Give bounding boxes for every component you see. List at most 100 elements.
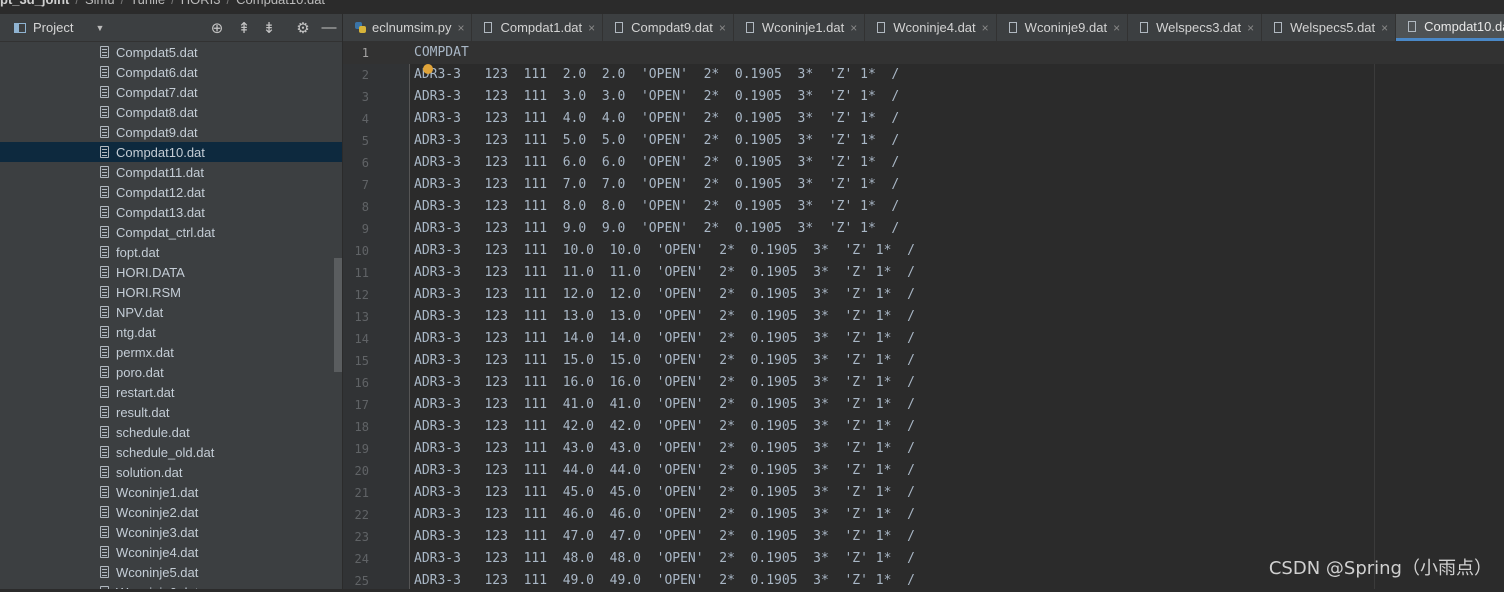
editor-tab[interactable]: eclnumsim.py × [343,14,473,41]
tree-file-item[interactable]: Compdat11.dat [0,162,342,182]
text-file-icon [1140,22,1149,33]
scrollbar[interactable] [334,258,342,372]
tree-file-item[interactable]: Wconinje3.dat [0,522,342,542]
tree-file-item[interactable]: HORI.DATA [0,262,342,282]
breadcrumb-item[interactable]: Compdat10.dat [236,0,325,7]
project-panel-title[interactable]: Project [33,20,73,35]
tree-file-label: Compdat9.dat [116,124,198,140]
editor-tab[interactable]: Welspecs5.dat × [1262,14,1397,41]
text-file-icon [100,326,109,338]
tree-file-item[interactable]: Wconinje4.dat [0,542,342,562]
text-file-icon [100,366,109,378]
tree-file-item[interactable]: fopt.dat [0,242,342,262]
tree-file-item[interactable]: Wconinje5.dat [0,562,342,582]
text-file-icon [100,406,109,418]
tree-file-item[interactable]: Compdat_ctrl.dat [0,222,342,242]
close-icon[interactable]: × [1247,21,1254,35]
code-text: ADR3-3 123 111 5.0 5.0 'OPEN' 2* 0.1905 … [414,133,900,148]
close-icon[interactable]: × [588,21,595,35]
breadcrumb-item[interactable]: Simu [85,0,115,7]
tree-file-item[interactable]: permx.dat [0,342,342,362]
tree-file-label: NPV.dat [116,304,164,320]
text-file-icon [100,426,109,438]
editor-tab[interactable]: Wconinje4.dat × [865,14,997,41]
text-file-icon [100,506,109,518]
editor-tab-label: Wconinje1.dat [761,20,845,35]
text-file-icon [100,166,109,178]
text-file-icon [615,22,624,33]
editor-tab-label: Welspecs3.dat [1156,20,1242,35]
code-text: ADR3-3 123 111 43.0 43.0 'OPEN' 2* 0.190… [414,441,915,456]
tree-file-item[interactable]: poro.dat [0,362,342,382]
tree-file-label: Compdat_ctrl.dat [116,224,215,240]
tree-file-label: Compdat10.dat [116,144,205,160]
line-number: 11 [354,266,369,280]
tree-file-label: Compdat13.dat [116,204,205,220]
line-number: 17 [354,398,369,412]
tree-file-label: Wconinje5.dat [116,564,199,580]
tree-file-item[interactable]: Compdat7.dat [0,82,342,102]
text-file-icon [1274,22,1283,33]
editor-tab[interactable]: Welspecs3.dat × [1128,14,1263,41]
editor-tab[interactable]: Wconinje9.dat × [997,14,1129,41]
code-text: ADR3-3 123 111 11.0 11.0 'OPEN' 2* 0.190… [414,265,915,280]
close-icon[interactable]: × [850,21,857,35]
tree-file-item[interactable]: Wconinje6.dat [0,582,342,589]
editor-tab[interactable]: Compdat10.dat [1396,14,1504,41]
text-file-icon [100,546,109,558]
breadcrumb-item[interactable]: pt_3d_joint [0,0,69,7]
tree-file-item[interactable]: restart.dat [0,382,342,402]
chevron-down-icon[interactable]: ▼ [95,23,104,33]
editor-tab[interactable]: Compdat9.dat × [603,14,734,41]
close-icon[interactable]: × [982,21,989,35]
tree-file-item[interactable]: Wconinje1.dat [0,482,342,502]
tree-file-item[interactable]: Compdat8.dat [0,102,342,122]
tree-file-item[interactable]: Compdat12.dat [0,182,342,202]
breadcrumb: pt_3d_joint/Simu/Tunlle/HORI3/Compdat10.… [0,0,420,8]
close-icon[interactable]: × [1381,21,1388,35]
warning-bulb-icon[interactable] [423,64,433,74]
code-editor[interactable]: 1 COMPDAT 2 ADR3-3 123 111 2.0 2.0 'OPEN' 2… [343,42,1504,589]
code-text: ADR3-3 123 111 3.0 3.0 'OPEN' 2* 0.1905 … [414,89,900,104]
breadcrumb-item[interactable]: Tunlle [130,0,165,7]
close-icon[interactable]: × [719,21,726,35]
tree-file-item[interactable]: NPV.dat [0,302,342,322]
tree-file-item[interactable]: Compdat9.dat [0,122,342,142]
tree-file-item[interactable]: schedule_old.dat [0,442,342,462]
tree-file-label: Wconinje4.dat [116,544,199,560]
minimize-icon[interactable]: — [320,19,338,36]
text-file-icon [100,526,109,538]
tree-file-item[interactable]: Compdat13.dat [0,202,342,222]
text-file-icon [100,226,109,238]
close-icon[interactable]: × [1113,21,1120,35]
tree-file-item[interactable]: Compdat6.dat [0,62,342,82]
tree-file-item[interactable]: Wconinje2.dat [0,502,342,522]
breadcrumb-item[interactable]: HORI3 [181,0,221,7]
tree-file-item[interactable]: ntg.dat [0,322,342,342]
editor-tab-bar: eclnumsim.py × Compdat1.dat × Compdat9.dat × W… [343,14,1504,42]
editor-tab[interactable]: Compdat1.dat × [472,14,604,41]
close-icon[interactable]: × [457,21,464,35]
collapse-all-icon[interactable]: ⇞ [235,19,253,37]
tree-file-item[interactable]: Compdat5.dat [0,42,342,62]
breadcrumb-separator: / [115,0,131,7]
tree-file-item[interactable]: HORI.RSM [0,282,342,302]
tree-file-label: Wconinje6.dat [116,585,198,590]
code-text: COMPDAT [414,45,469,60]
code-text: ADR3-3 123 111 44.0 44.0 'OPEN' 2* 0.190… [414,463,915,478]
tree-file-item[interactable]: schedule.dat [0,422,342,442]
tree-file-item[interactable]: result.dat [0,402,342,422]
locate-target-icon[interactable]: ⊕ [208,19,226,37]
editor-tab-label: Compdat9.dat [631,20,713,35]
tree-file-item[interactable]: solution.dat [0,462,342,482]
gear-icon[interactable]: ⚙ [294,19,312,37]
tree-file-label: ntg.dat [116,324,156,340]
code-text: ADR3-3 123 111 48.0 48.0 'OPEN' 2* 0.190… [414,551,915,566]
text-file-icon [100,106,109,118]
expand-all-icon[interactable]: ⇟ [260,19,278,37]
project-file-tree: Compdat5.dat Compdat6.dat Compdat7.dat Comp… [0,42,342,589]
tree-file-label: Compdat11.dat [116,164,204,180]
tree-file-item[interactable]: Compdat10.dat [0,142,342,162]
editor-tab[interactable]: Wconinje1.dat × [734,14,866,41]
python-file-icon [355,22,366,33]
